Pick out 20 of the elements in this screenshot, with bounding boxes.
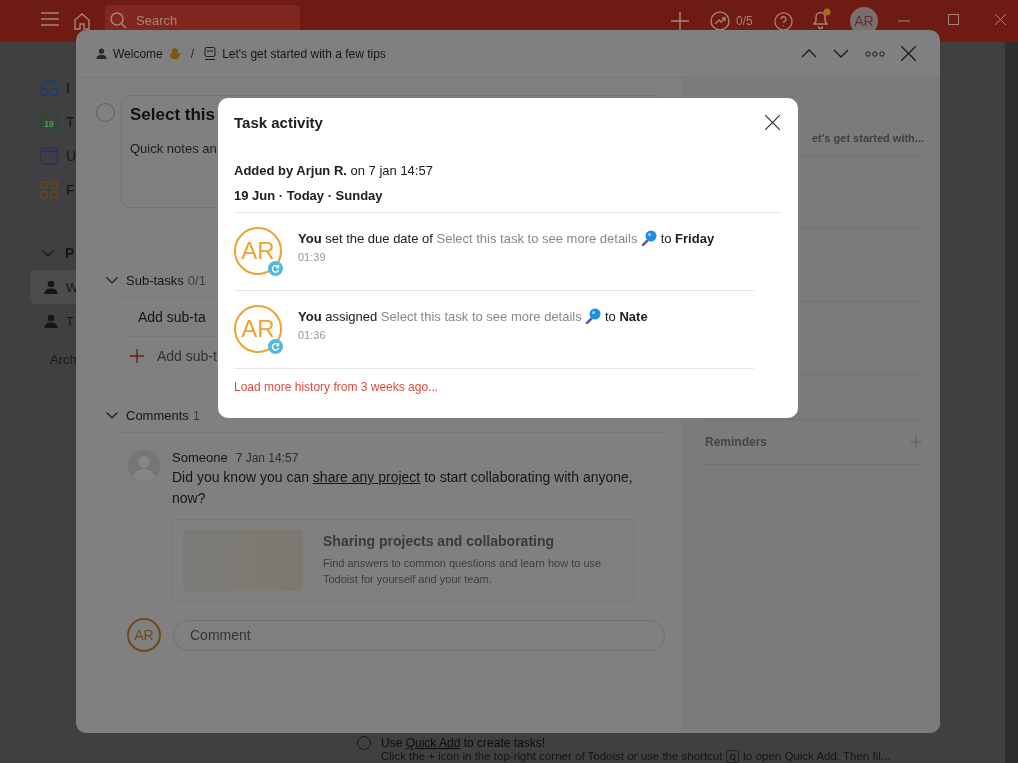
productivity-count: 0/5 [736,14,753,28]
comment-count: 1 [192,407,201,423]
section-title: Sub-tasks [126,272,184,288]
subtask-count: 0/1 [187,272,206,288]
dialog-title: Task activity [234,113,323,131]
preview-description: Find answers to common questions and learn how to use Todoist for yourself and your team. [323,556,603,587]
comment-time: 7 Jan 14:57 [235,451,299,465]
today-icon: 19 [40,113,58,131]
preview-title: Sharing projects and collaborating [323,533,556,549]
breadcrumb-separator: / [190,46,195,61]
user-avatar: AR [127,618,161,652]
added-by-text: Added by Arjun R. on 7 jan 14:57 [234,162,434,180]
comment-author: Someone [172,450,228,465]
activity-text: You set the due date of Select this task to see more details to Friday [298,230,715,248]
activity-text: You assigned Select this task to see more details to Nate [298,308,648,326]
comment-text: Did you know you can share any project to start collaborating with anyone, now? [172,468,634,508]
activity-time: 01:36 [298,329,327,341]
section-title: Comments [126,407,189,423]
activity-time: 01:39 [298,251,327,263]
day-header: 19 Jun · Today · Sunday [234,186,782,213]
